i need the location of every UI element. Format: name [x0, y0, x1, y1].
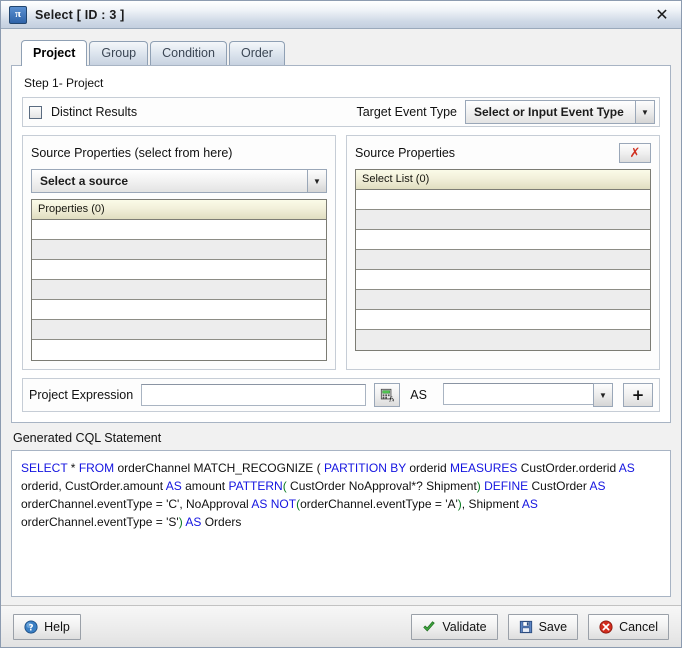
source-panel-title: Source Properties (select from here)	[31, 146, 233, 160]
list-item[interactable]	[32, 300, 326, 320]
generated-cql-statement: SELECT * FROM orderChannel MATCH_RECOGNI…	[21, 461, 635, 529]
source-select[interactable]: Select a source ▼	[31, 169, 327, 193]
dialog-body: Project Group Condition Order Step 1- Pr…	[1, 29, 681, 605]
cancel-icon	[599, 619, 613, 634]
tab-condition[interactable]: Condition	[150, 41, 227, 65]
pi-icon: π	[9, 5, 27, 24]
target-event-type-label: Target Event Type	[356, 105, 457, 119]
close-icon[interactable]: ✕	[649, 4, 675, 26]
window-title: Select [ ID : 3 ]	[35, 7, 125, 22]
distinct-results-checkbox[interactable]	[29, 105, 42, 119]
list-item[interactable]	[356, 190, 650, 210]
tab-order[interactable]: Order	[228, 41, 285, 65]
select-list-panel: Source Properties ✗ Select List (0)	[346, 135, 660, 370]
tab-strip: Project Group Condition Order	[11, 39, 671, 66]
project-expression-row: Project Expression fx AS	[22, 378, 660, 412]
calculator-fx-glyph: fx	[381, 388, 394, 402]
list-item[interactable]	[356, 290, 650, 310]
project-expression-label: Project Expression	[29, 388, 134, 402]
list-item[interactable]	[356, 250, 650, 270]
select-panel-header: Source Properties ✗	[355, 142, 651, 164]
validate-button-label: Validate	[442, 619, 487, 634]
chevron-down-icon: ▼	[635, 100, 655, 124]
step-label: Step 1- Project	[24, 76, 104, 90]
alias-input[interactable]	[442, 383, 593, 405]
list-item[interactable]	[32, 280, 326, 300]
target-event-type-value: Select or Input Event Type	[465, 100, 635, 124]
target-event-type-select[interactable]: Select or Input Event Type ▼	[465, 100, 655, 124]
alias-select[interactable]: ▼	[442, 383, 613, 407]
list-item[interactable]	[32, 240, 326, 260]
properties-list[interactable]: Properties (0)	[31, 199, 327, 361]
svg-text:fx: fx	[388, 396, 394, 402]
tab-group[interactable]: Group	[89, 41, 149, 65]
select-list-header: Select List (0)	[356, 170, 650, 190]
tab-project[interactable]: Project	[21, 40, 88, 66]
chevron-down-icon: ▼	[592, 383, 613, 407]
help-button-label: Help	[44, 619, 70, 634]
source-panel-header: Source Properties (select from here)	[31, 142, 327, 164]
list-item[interactable]	[32, 340, 326, 360]
list-item[interactable]	[356, 270, 650, 290]
cancel-button-label: Cancel	[619, 619, 658, 634]
title-bar: π Select [ ID : 3 ] ✕	[1, 1, 681, 29]
svg-text:?: ?	[29, 623, 34, 633]
source-properties-panel: Source Properties (select from here) Sel…	[22, 135, 336, 370]
list-item[interactable]	[356, 210, 650, 230]
save-disk-icon	[519, 620, 532, 633]
select-panel-title: Source Properties	[355, 146, 456, 160]
checkmark-icon	[423, 620, 436, 631]
chevron-down-icon: ▼	[307, 169, 327, 193]
list-item[interactable]	[356, 230, 650, 250]
save-button[interactable]: Save	[507, 613, 579, 640]
dialog-footer: ? Help Validate Save Cancel	[1, 605, 681, 647]
generated-cql-box: SELECT * FROM orderChannel MATCH_RECOGNI…	[11, 450, 671, 597]
help-button[interactable]: ? Help	[13, 613, 81, 640]
help-icon: ?	[24, 619, 38, 634]
list-item[interactable]	[32, 320, 326, 340]
list-item[interactable]	[32, 220, 326, 240]
cancel-button[interactable]: Cancel	[588, 613, 669, 640]
list-item[interactable]	[356, 310, 650, 330]
expression-builder-icon[interactable]: fx	[373, 383, 401, 407]
select-list[interactable]: Select List (0)	[355, 169, 651, 351]
list-item[interactable]	[32, 260, 326, 280]
list-item[interactable]	[356, 330, 650, 350]
source-select-value: Select a source	[31, 169, 307, 193]
delete-icon[interactable]: ✗	[619, 143, 651, 163]
distinct-results-label: Distinct Results	[51, 105, 138, 119]
select-dialog-window: π Select [ ID : 3 ] ✕ Project Group Cond…	[0, 0, 682, 648]
save-button-label: Save	[538, 619, 568, 634]
validate-button[interactable]: Validate	[411, 613, 498, 640]
project-expression-input[interactable]	[141, 384, 366, 406]
project-tab-panel: Step 1- Project Distinct Results Target …	[11, 65, 671, 423]
as-label: AS	[410, 388, 427, 402]
distinct-and-event-row: Distinct Results Target Event Type Selec…	[22, 97, 660, 127]
generated-cql-label: Generated CQL Statement	[13, 431, 162, 445]
properties-panels: Source Properties (select from here) Sel…	[22, 135, 660, 370]
properties-list-header: Properties (0)	[32, 200, 326, 220]
add-projection-button[interactable]: +	[622, 383, 654, 407]
